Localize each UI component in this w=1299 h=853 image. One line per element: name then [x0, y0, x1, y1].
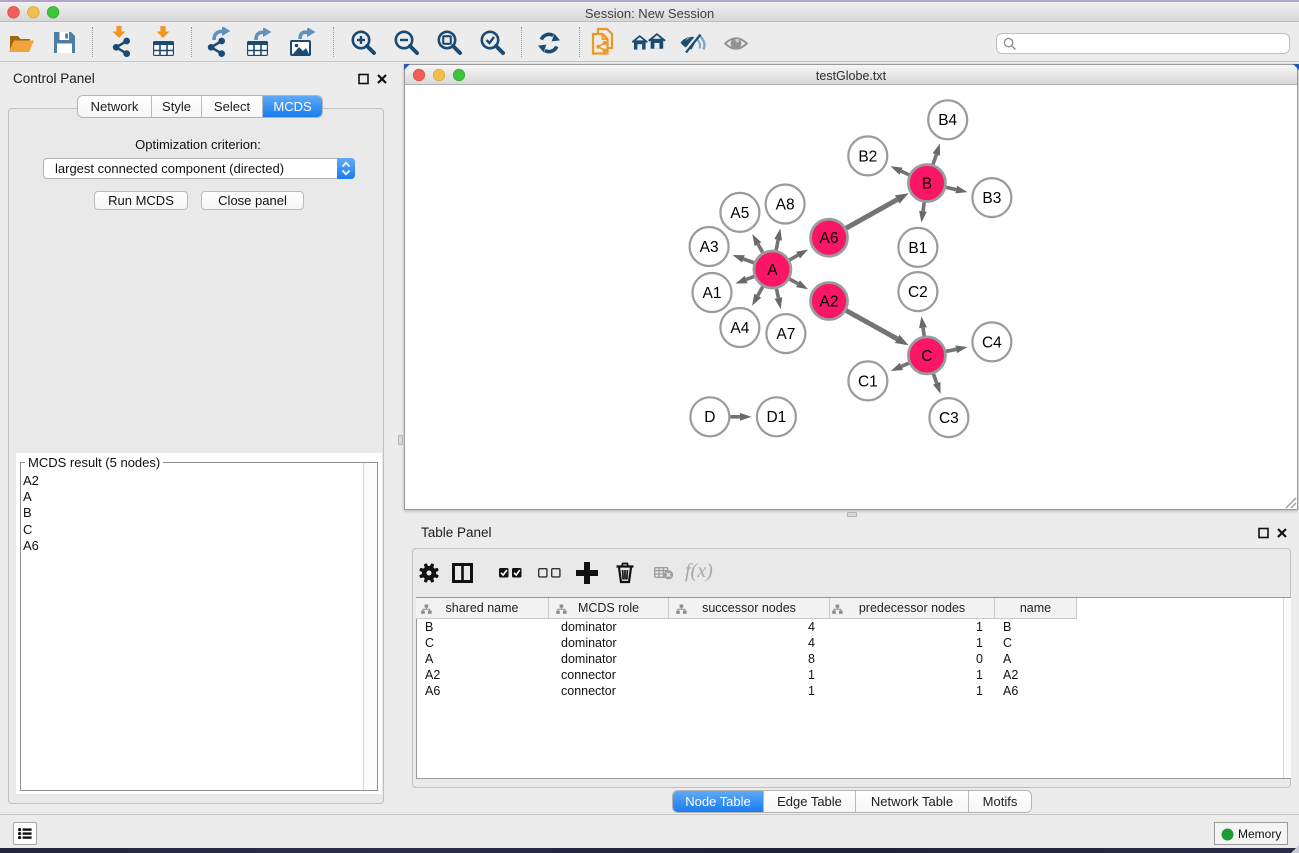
svg-text:A2: A2 — [820, 293, 839, 310]
svg-text:B: B — [922, 175, 932, 192]
svg-text:A3: A3 — [700, 239, 719, 256]
svg-text:A8: A8 — [776, 196, 795, 213]
svg-text:A1: A1 — [703, 285, 722, 302]
svg-text:A6: A6 — [820, 230, 839, 247]
svg-text:C: C — [921, 348, 932, 365]
svg-text:A4: A4 — [730, 320, 749, 337]
svg-text:C3: C3 — [939, 410, 959, 427]
svg-text:D1: D1 — [766, 409, 786, 426]
svg-text:B2: B2 — [858, 148, 877, 165]
svg-text:B3: B3 — [982, 190, 1001, 207]
svg-text:B4: B4 — [938, 112, 957, 129]
svg-text:C2: C2 — [908, 284, 928, 301]
svg-text:A: A — [767, 262, 778, 279]
svg-text:D: D — [704, 409, 715, 426]
svg-text:A5: A5 — [730, 205, 749, 222]
svg-text:C1: C1 — [858, 373, 878, 390]
svg-text:B1: B1 — [908, 240, 927, 257]
svg-text:A7: A7 — [776, 326, 795, 343]
svg-text:C4: C4 — [982, 334, 1002, 351]
